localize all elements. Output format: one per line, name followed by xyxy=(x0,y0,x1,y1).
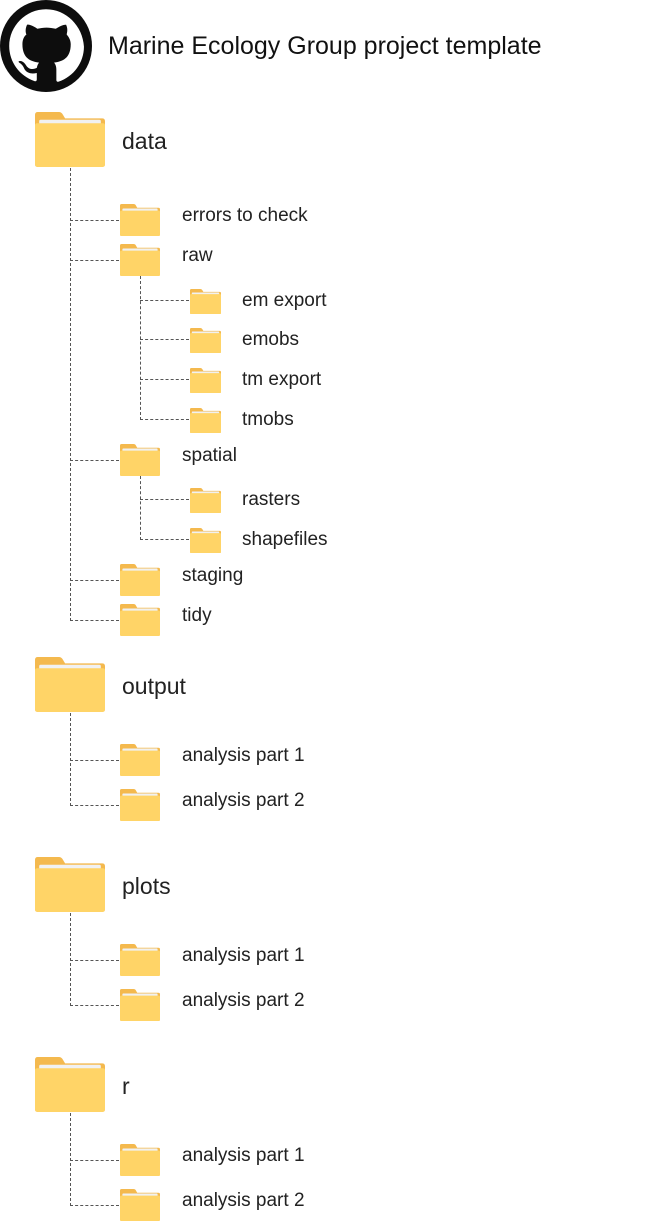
folder-label: analysis part 1 xyxy=(182,1145,305,1166)
folder-label: tidy xyxy=(182,605,212,626)
folder-icon xyxy=(35,112,105,167)
tree-connector xyxy=(70,620,119,621)
folder-icon xyxy=(35,857,105,912)
folder-label: analysis part 1 xyxy=(182,745,305,766)
github-icon xyxy=(0,0,92,92)
folder-icon xyxy=(120,1144,160,1176)
folder-label: raw xyxy=(182,245,213,266)
tree-connector xyxy=(70,1113,71,1206)
folder-icon xyxy=(120,744,160,776)
folder-icon xyxy=(120,944,160,976)
folder-icon xyxy=(190,528,221,553)
folder-icon xyxy=(120,604,160,636)
folder-icon xyxy=(35,657,105,712)
folder-icon xyxy=(190,328,221,353)
tree-connector xyxy=(140,276,141,420)
folder-icon xyxy=(190,408,221,433)
folder-icon xyxy=(190,289,221,314)
tree-connector xyxy=(140,379,189,380)
folder-label: spatial xyxy=(182,445,237,466)
tree-connector xyxy=(70,1160,119,1161)
folder-label: rasters xyxy=(242,489,301,510)
tree-connector xyxy=(140,339,189,340)
folder-label: shapefiles xyxy=(242,529,328,550)
tree-connector xyxy=(70,960,119,961)
tree-connector xyxy=(140,300,189,301)
tree-connector xyxy=(140,419,189,420)
folder-label: errors to check xyxy=(182,205,308,226)
folder-label: data xyxy=(122,128,167,154)
tree-connector xyxy=(70,1005,119,1006)
folder-label: emobs xyxy=(242,329,300,350)
tree-connector xyxy=(70,580,119,581)
tree-connector xyxy=(70,260,119,261)
folder-label: analysis part 1 xyxy=(182,945,305,966)
folder-icon xyxy=(190,488,221,513)
tree-connector xyxy=(140,539,189,540)
tree-connector xyxy=(70,713,71,806)
tree-connector xyxy=(70,760,119,761)
tree-connector xyxy=(70,168,71,621)
folder-icon xyxy=(120,1189,160,1221)
folder-label: analysis part 2 xyxy=(182,990,305,1011)
folder-icon xyxy=(120,989,160,1021)
folder-label: output xyxy=(122,673,186,699)
tree-connector xyxy=(140,499,189,500)
folder-label: r xyxy=(122,1073,130,1099)
folder-label: analysis part 2 xyxy=(182,1190,305,1211)
folder-icon xyxy=(120,244,160,276)
folder-icon xyxy=(120,789,160,821)
folder-icon xyxy=(190,368,221,393)
tree-connector xyxy=(70,460,119,461)
folder-label: tmobs xyxy=(242,409,294,430)
folder-icon xyxy=(120,204,160,236)
tree-connector xyxy=(70,220,119,221)
folder-label: analysis part 2 xyxy=(182,790,305,811)
folder-icon xyxy=(120,444,160,476)
folder-label: em export xyxy=(242,290,327,311)
tree-connector xyxy=(140,476,141,540)
folder-icon xyxy=(120,564,160,596)
page-title: Marine Ecology Group project template xyxy=(108,32,542,60)
folder-icon xyxy=(35,1057,105,1112)
folder-label: staging xyxy=(182,565,244,586)
folder-label: plots xyxy=(122,873,171,899)
tree-connector xyxy=(70,913,71,1006)
tree-connector xyxy=(70,1205,119,1206)
folder-label: tm export xyxy=(242,369,322,390)
tree-connector xyxy=(70,805,119,806)
